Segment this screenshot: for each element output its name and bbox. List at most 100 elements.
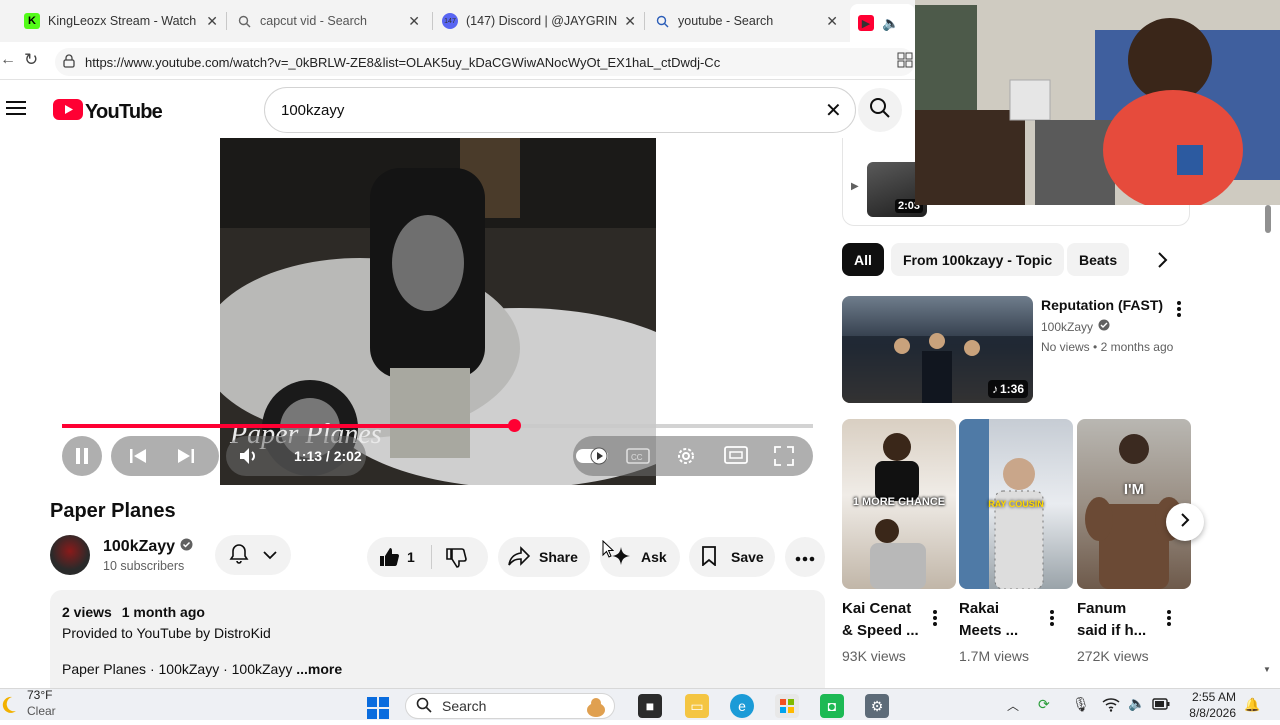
related-more-icon[interactable] xyxy=(1176,300,1182,323)
mouse-cursor-icon xyxy=(602,539,615,563)
theater-mode-icon[interactable] xyxy=(724,446,748,464)
store-icon[interactable] xyxy=(775,694,799,718)
share-button[interactable]: Share xyxy=(498,537,590,577)
short-thumbnail[interactable]: RAY COUSIN xyxy=(959,419,1073,589)
short-title-line: Fanum xyxy=(1077,600,1127,617)
close-tab-icon[interactable]: ✕ xyxy=(826,13,838,30)
description-box[interactable]: 2 views 1 month ago Provided to YouTube … xyxy=(50,590,825,700)
chips-next-chevron-icon[interactable] xyxy=(1156,251,1168,274)
scrollbar-thumb[interactable] xyxy=(1265,205,1271,233)
dislike-button[interactable] xyxy=(445,547,467,572)
microphone-icon[interactable]: 🎙 xyxy=(1072,696,1090,713)
previous-icon[interactable] xyxy=(129,447,147,465)
tab-divider xyxy=(432,12,433,30)
chevron-up-icon[interactable]: ︿ xyxy=(1007,697,1019,714)
speaker-icon[interactable]: 🔈 xyxy=(882,15,899,32)
settings-gear-icon[interactable] xyxy=(675,445,697,467)
short-more-icon[interactable] xyxy=(932,609,938,632)
scroll-down-arrow-icon[interactable]: ▼ xyxy=(1263,665,1271,674)
short-thumbnail[interactable]: 1 MORE CHANCE xyxy=(842,419,956,589)
file-explorer-icon[interactable]: ▭ xyxy=(685,694,709,718)
chip-all[interactable]: All xyxy=(842,243,884,276)
pause-button[interactable] xyxy=(62,436,102,476)
volume-time-group: 1:13 / 2:02 xyxy=(226,436,366,476)
url-field[interactable]: https://www.youtube.com/watch?v=_0kBRLW-… xyxy=(55,48,915,76)
like-button[interactable] xyxy=(378,546,400,571)
chip-from-channel[interactable]: From 100kzayy - Topic xyxy=(891,243,1065,276)
autoplay-toggle[interactable] xyxy=(575,446,609,466)
save-button[interactable]: Save xyxy=(689,537,775,577)
close-tab-icon[interactable]: ✕ xyxy=(206,13,218,30)
search-button[interactable] xyxy=(858,88,902,132)
volume-icon[interactable]: 🔈 xyxy=(1128,695,1145,712)
taskbar-search-label: Search xyxy=(442,698,487,714)
related-video-thumbnail[interactable]: ♪ 1:36 xyxy=(842,296,1033,403)
chevron-right-icon xyxy=(1180,512,1190,533)
clear-search-icon[interactable]: ✕ xyxy=(825,98,842,123)
search-icon xyxy=(869,97,891,124)
short-title[interactable]: Kai Cenat & Speed ... xyxy=(842,598,942,642)
related-video-duration: ♪ 1:36 xyxy=(987,380,1028,398)
windows-start-icon[interactable] xyxy=(366,696,390,725)
close-tab-icon[interactable]: ✕ xyxy=(624,13,636,30)
task-view-icon[interactable]: ■ xyxy=(638,694,662,718)
related-channel-text: 100kZayy xyxy=(1041,319,1094,334)
share-label: Share xyxy=(539,549,578,565)
tab-youtube-active[interactable]: ▶ 🔈 xyxy=(850,4,915,42)
short-caption: I'M xyxy=(1123,481,1145,498)
settings-gear-icon[interactable]: ⚙ xyxy=(865,694,889,718)
short-thumbnail[interactable]: I'M xyxy=(1077,419,1191,589)
notification-button[interactable] xyxy=(215,535,291,575)
video-player[interactable]: Paper Planes 1:13 / 2:02 CC xyxy=(50,138,825,485)
captions-icon[interactable]: CC xyxy=(626,446,650,466)
now-playing-icon: ▶ xyxy=(851,181,859,192)
next-icon[interactable] xyxy=(177,447,195,465)
tab-youtube-search[interactable]: youtube - Search ✕ xyxy=(646,4,846,38)
short-title-line: & Speed ... xyxy=(842,622,919,639)
show-more-link[interactable]: ...more xyxy=(296,661,342,677)
notification-bell-icon[interactable]: 🔔 xyxy=(1244,697,1260,713)
ask-label: Ask xyxy=(641,549,667,565)
progress-bar[interactable] xyxy=(62,419,813,432)
related-video-channel[interactable]: 100kZayy xyxy=(1041,319,1110,334)
video-frame[interactable]: Paper Planes xyxy=(220,138,656,485)
more-actions-button[interactable] xyxy=(785,537,825,577)
fullscreen-icon[interactable] xyxy=(774,446,794,466)
back-arrow-icon[interactable]: ← xyxy=(0,51,16,69)
search-icon xyxy=(416,697,432,716)
tab-divider xyxy=(644,12,645,30)
close-tab-icon[interactable]: ✕ xyxy=(408,13,420,30)
tab-discord[interactable]: 147 (147) Discord | @JAYGRIND ✕ xyxy=(434,4,644,38)
short-title[interactable]: Fanum said if h... xyxy=(1077,598,1177,642)
short-more-icon[interactable] xyxy=(1049,609,1055,632)
sync-icon[interactable]: ⟳ xyxy=(1038,696,1050,713)
apps-icon[interactable] xyxy=(897,52,913,73)
battery-icon[interactable] xyxy=(1152,697,1170,715)
windows-taskbar: 73°F Clear Search ■ ▭ e ◘ ⚙ ︿ ⟳ 🎙 🔈 2:55… xyxy=(0,688,1280,720)
volume-icon[interactable] xyxy=(238,446,260,466)
channel-name[interactable]: 100kZayy xyxy=(103,538,193,556)
related-video-meta: No views • 2 months ago xyxy=(1041,340,1174,354)
verified-icon xyxy=(1098,319,1110,334)
progress-scrubber[interactable] xyxy=(508,419,522,432)
shorts-next-button[interactable] xyxy=(1166,503,1204,541)
wifi-icon[interactable] xyxy=(1102,696,1120,717)
share-icon xyxy=(508,545,531,569)
short-title[interactable]: Rakai Meets ... xyxy=(959,598,1059,642)
youtube-logo[interactable]: YouTube xyxy=(53,99,163,125)
related-video-title[interactable]: Reputation (FAST) xyxy=(1041,297,1163,313)
tab-kick-stream[interactable]: K KingLeozx Stream - Watch L ✕ xyxy=(16,4,226,38)
chip-beats[interactable]: Beats xyxy=(1067,243,1130,276)
app-icon[interactable]: ◘ xyxy=(820,694,844,718)
short-more-icon[interactable] xyxy=(1166,609,1172,632)
channel-avatar[interactable] xyxy=(50,535,90,575)
tab-capcut-search[interactable]: capcut vid - Search ✕ xyxy=(228,4,428,38)
taskbar-search[interactable]: Search xyxy=(405,693,615,719)
like-count: 1 xyxy=(407,549,415,565)
refresh-icon[interactable]: ↻ xyxy=(24,50,38,70)
menu-icon[interactable] xyxy=(6,100,26,121)
chevron-down-icon xyxy=(263,547,277,563)
edge-icon[interactable]: e xyxy=(730,694,754,718)
page-scrollbar[interactable]: ▼ xyxy=(1262,205,1274,680)
search-input[interactable]: 100kzayy ✕ xyxy=(264,87,856,133)
